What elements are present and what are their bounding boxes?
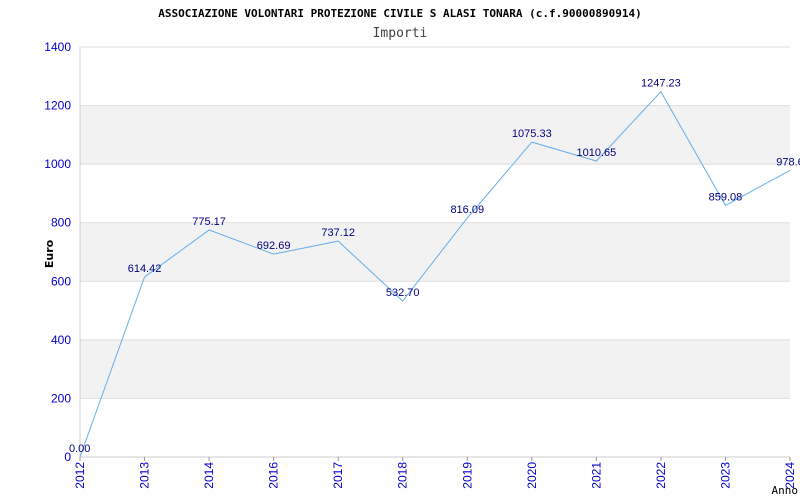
- data-label: 737.12: [321, 227, 355, 239]
- data-label: 775.17: [192, 216, 226, 228]
- y-tick-label: 200: [51, 391, 71, 405]
- line-chart: ASSOCIAZIONE VOLONTARI PROTEZIONE CIVILE…: [43, 7, 800, 497]
- y-tick-label: 400: [51, 333, 71, 347]
- chart-subtitle: Importi: [373, 26, 428, 41]
- x-tick-label: 2023: [718, 462, 732, 489]
- background-bands: [80, 105, 790, 399]
- y-axis-label: Euro: [43, 239, 56, 268]
- data-label: 816.09: [450, 204, 484, 216]
- x-tick-label: 2014: [202, 462, 216, 489]
- data-label: 1075.33: [512, 128, 552, 140]
- x-tick-label: 2012: [73, 462, 87, 489]
- y-tick-label: 1000: [44, 157, 71, 171]
- y-tick-label: 1400: [44, 40, 71, 54]
- grid-band: [80, 222, 790, 282]
- data-label: 692.69: [257, 240, 291, 252]
- data-label: 1247.23: [641, 78, 681, 90]
- x-tick-label: 2016: [267, 462, 281, 489]
- grid-band: [80, 105, 790, 165]
- x-tick-label: 2021: [589, 462, 603, 489]
- y-tick-label: 600: [51, 274, 71, 288]
- x-tick-label: 2024: [783, 462, 797, 489]
- y-tick-label: 1200: [44, 99, 71, 113]
- data-label: 0.00: [69, 443, 90, 455]
- x-tick-label: 2019: [460, 462, 474, 489]
- data-label: 614.42: [128, 263, 162, 275]
- x-tick-labels: 2012 2013 2014 2016 2017 2018 2019 2020 2021 2022…: [73, 457, 797, 489]
- data-label: 859.08: [709, 191, 743, 203]
- y-tick-label: 800: [51, 216, 71, 230]
- x-tick-label: 2013: [138, 462, 152, 489]
- x-tick-label: 2018: [396, 462, 410, 489]
- x-tick-label: 2022: [654, 462, 668, 489]
- data-label: 978.6: [776, 156, 800, 168]
- x-tick-label: 2020: [525, 462, 539, 489]
- grid-band: [80, 339, 790, 399]
- data-label: 1010.65: [576, 147, 616, 159]
- data-label: 532.70: [386, 287, 420, 299]
- x-tick-label: 2017: [331, 462, 345, 489]
- chart-title: ASSOCIAZIONE VOLONTARI PROTEZIONE CIVILE…: [158, 7, 641, 20]
